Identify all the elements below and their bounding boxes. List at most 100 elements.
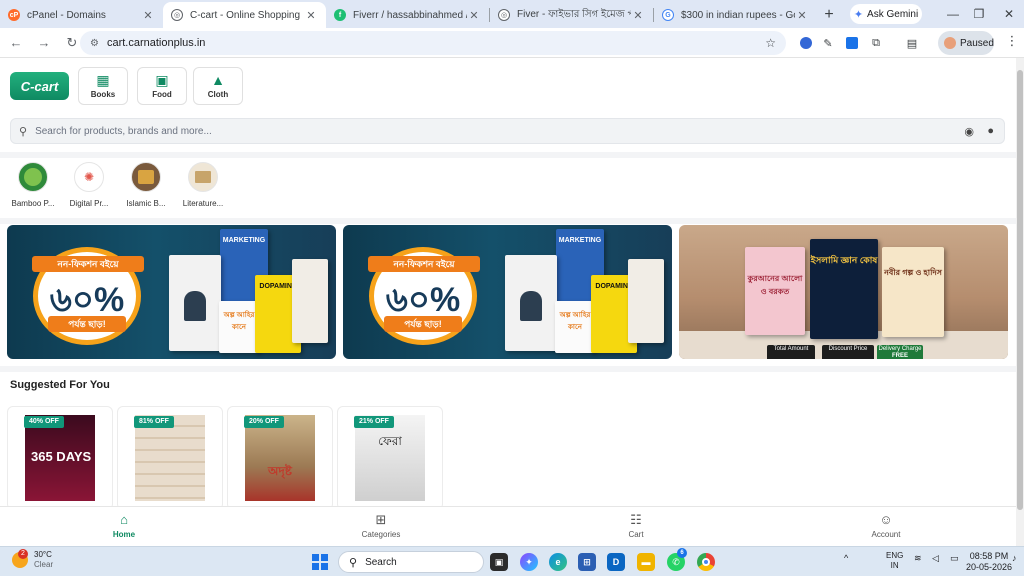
book-cover: ইসলামি জ্ঞান কোষ [810, 239, 878, 339]
category-cloth[interactable]: ▲ Cloth [193, 67, 243, 105]
nav-account[interactable]: ☺ Account [846, 513, 926, 540]
nav-cart[interactable]: ☷ Cart [596, 512, 676, 540]
forward-arrow-icon[interactable]: → [32, 31, 56, 55]
site-logo[interactable]: C-cart [10, 72, 69, 100]
extension-icon[interactable] [796, 33, 816, 53]
weather-desc: Clear [34, 560, 54, 569]
profile-paused-button[interactable]: Paused [938, 31, 994, 55]
browser-tab[interactable]: ◎ Fiver - ফাইভার সিগ ইমেজ পর ✕ [490, 2, 653, 28]
price-label: Discount Price [828, 346, 868, 352]
kebab-menu-icon[interactable]: ⋮ [1004, 33, 1020, 53]
bookmark-star-icon[interactable]: ☆ [765, 36, 776, 50]
taskbar-search[interactable]: ⚲ Search [338, 551, 484, 573]
bamboo-thumbnail [18, 162, 48, 192]
nav-label: Categories [361, 530, 401, 539]
chrome-icon[interactable] [697, 553, 715, 571]
badge-top-text: নন-ফিকশন বইয়ে [368, 256, 480, 272]
promo-banner-nonfiction[interactable]: নন-ফিকশন বইয়ে ৬০% পর্যন্ত ছাড়! MARKETI… [343, 225, 672, 359]
page-scrollbar[interactable] [1016, 58, 1024, 546]
tab-title: Fiverr / hassabbinahmed / Edi [353, 9, 467, 21]
volume-icon[interactable]: ◁ [932, 553, 939, 564]
tab-search-icon[interactable]: ▤ [902, 33, 922, 53]
wifi-icon[interactable]: ≋ [914, 553, 922, 564]
tab-title: C-cart - Online Shopping [190, 9, 301, 21]
download-extension-icon[interactable] [842, 33, 862, 53]
nav-label: Home [112, 530, 136, 539]
category-label: Books [90, 90, 116, 99]
nav-categories[interactable]: ⊞ Categories [341, 513, 421, 540]
dell-icon[interactable]: D [607, 553, 625, 571]
nav-home[interactable]: ⌂ Home [84, 512, 164, 540]
book-title: নবীর গল্প ও হাদিস [884, 268, 942, 277]
product-card[interactable]: 81% OFF [117, 406, 223, 510]
tab-title: cPanel - Domains [27, 9, 106, 21]
product-card[interactable]: অদৃষ্ট 20% OFF [227, 406, 333, 510]
delivery-value: FREE [891, 353, 908, 359]
discount-badge: 81% OFF [134, 416, 174, 428]
search-input[interactable]: Search for products, brands and more... [35, 126, 212, 137]
price-label: Delivery Charge [878, 346, 922, 352]
product-card[interactable]: 365 DAYS 40% OFF [7, 406, 113, 510]
back-arrow-icon[interactable]: ← [4, 31, 28, 55]
home-icon: ⌂ [120, 512, 128, 527]
search-icon: ⚲ [349, 556, 358, 569]
task-view-icon[interactable]: ▣ [490, 553, 508, 571]
book-title: অল্প আহির কানে [223, 312, 255, 331]
globe-icon: ◎ [171, 9, 183, 21]
book-title: কুরআনের আলো ও বরকত [747, 274, 803, 296]
microphone-icon[interactable]: ● [987, 125, 994, 137]
browser-tab[interactable]: f Fiverr / hassabbinahmed / Edi ✕ [326, 2, 489, 28]
whatsapp-icon[interactable]: ✆ 6 [667, 548, 687, 571]
browser-tab-active[interactable]: ◎ C-cart - Online Shopping ✕ [163, 2, 326, 28]
site-info-icon[interactable]: ⚙ [90, 38, 99, 49]
eyedropper-icon[interactable]: ✎ [818, 33, 838, 53]
camera-icon[interactable]: ◉ [964, 125, 974, 138]
category-books[interactable]: ▦ Books [78, 67, 128, 105]
product-cover-text: 365 DAYS [31, 449, 92, 464]
browser-tab[interactable]: G $300 in indian rupees - Googl ✕ [654, 2, 817, 28]
ask-gemini-button[interactable]: ✦ Ask Gemini [850, 4, 922, 24]
badge-top-text: নন-ফিকশন বইয়ে [32, 256, 144, 272]
windows-start-icon[interactable] [312, 554, 328, 570]
digital-products-thumbnail: ✺ [74, 162, 104, 192]
file-explorer-icon[interactable]: ▬ [637, 553, 655, 571]
subcategory-item[interactable]: Islamic B... [116, 162, 176, 208]
window-close-button[interactable]: ✕ [990, 0, 1024, 28]
battery-icon[interactable]: ▭ [950, 553, 959, 564]
web-page: C-cart ▦ Books ▣ Food ▲ Cloth ⚲ Search f… [0, 58, 1016, 546]
product-search-bar[interactable]: ⚲ Search for products, brands and more..… [10, 118, 1005, 144]
weather-widget[interactable]: 2 30°C Clear [12, 549, 54, 570]
close-icon[interactable]: ✕ [795, 9, 809, 22]
subcategory-item[interactable]: Bamboo P... [3, 162, 63, 208]
badge-bottom-text: পর্যন্ত ছাড়! [48, 316, 126, 332]
browser-tab[interactable]: cP cPanel - Domains ✕ [0, 2, 163, 28]
close-icon[interactable]: ✕ [467, 9, 481, 22]
close-icon[interactable]: ✕ [631, 9, 645, 22]
address-bar[interactable]: ⚙ cart.carnationplus.in ☆ [80, 31, 786, 55]
subcategory-label: Islamic B... [126, 199, 166, 208]
store-icon[interactable]: ⊞ [578, 553, 596, 571]
book-cover: অল্প আহির কানে [219, 301, 259, 353]
clock-date: 20-05-2026 [966, 562, 1013, 572]
scrollbar-thumb[interactable] [1017, 70, 1023, 510]
product-card[interactable]: ফেরা 21% OFF [337, 406, 443, 510]
chevron-up-icon[interactable]: ^ [844, 553, 848, 563]
promo-banner-islamic-books[interactable]: কুরআনের আলো ও বরকত ইসলামি জ্ঞান কোষ নবীর… [679, 225, 1008, 359]
promo-banner-nonfiction[interactable]: নন-ফিকশন বইয়ে ৬০% পর্যন্ত ছাড়! MARKETI… [7, 225, 336, 359]
close-icon[interactable]: ✕ [141, 9, 155, 22]
subcategory-item[interactable]: Literature... [173, 162, 233, 208]
new-tab-button[interactable]: + [817, 2, 841, 28]
language-indicator[interactable]: ENG IN [886, 551, 903, 571]
notification-bell-icon[interactable]: ♪ [1012, 553, 1017, 563]
subcategory-item[interactable]: ✺ Digital Pr... [59, 162, 119, 208]
edge-icon[interactable]: e [549, 553, 567, 571]
category-food[interactable]: ▣ Food [137, 67, 187, 105]
book-cover: অল্প আহির কানে [555, 301, 595, 353]
puzzle-icon[interactable]: ⧉ [866, 33, 886, 53]
profile-status: Paused [960, 37, 994, 49]
cart-icon: ☷ [630, 512, 642, 527]
system-clock[interactable]: 08:58 PM 20-05-2026 [966, 551, 1012, 573]
close-icon[interactable]: ✕ [304, 9, 318, 22]
copilot-icon[interactable]: ✦ [520, 553, 538, 571]
book-cover [505, 255, 557, 351]
